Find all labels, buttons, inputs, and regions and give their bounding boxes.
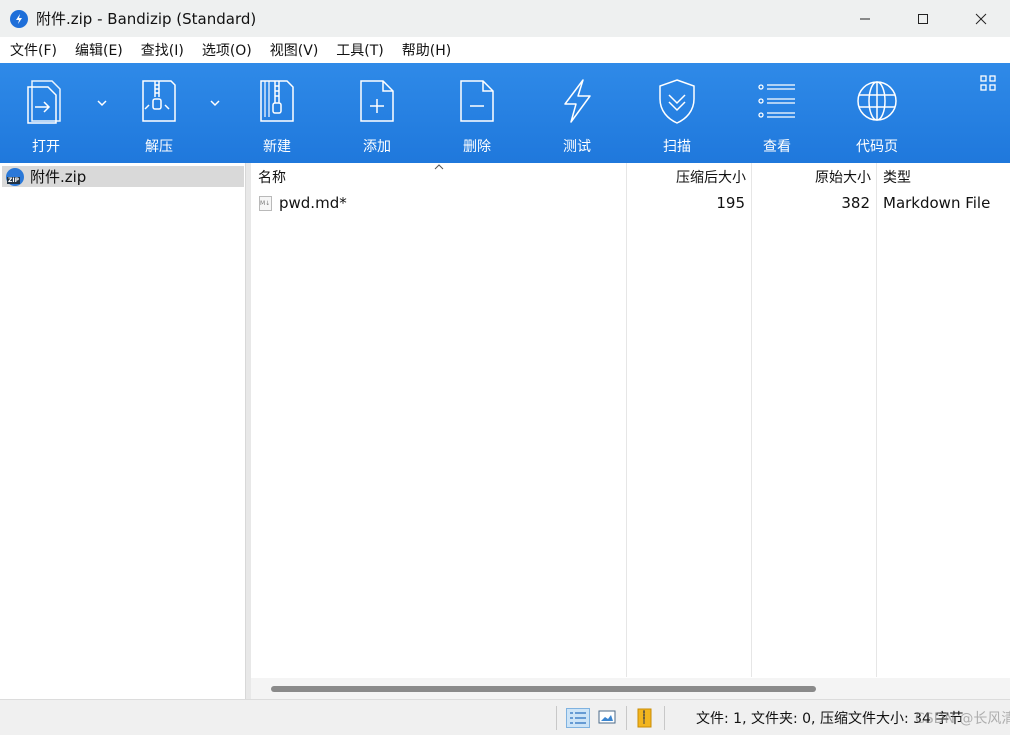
status-separator (664, 706, 665, 730)
menu-find[interactable]: 查找(I) (135, 40, 190, 60)
details-view-button[interactable] (566, 708, 590, 728)
title-bar: 附件.zip - Bandizip (Standard) (0, 0, 1010, 37)
file-type: Markdown File (883, 194, 991, 212)
add-button[interactable]: 添加 (337, 63, 417, 163)
view-button[interactable]: 查看 (737, 63, 817, 163)
details-view-icon (570, 712, 586, 724)
globe-icon (857, 81, 897, 121)
add-label: 添加 (363, 139, 391, 155)
bandizip-app-icon (10, 9, 28, 28)
menu-help[interactable]: 帮助(H) (396, 40, 457, 60)
status-separator (556, 706, 557, 730)
view-label: 查看 (763, 139, 791, 155)
extract-zipper-icon (142, 80, 176, 122)
lightning-icon (564, 79, 591, 123)
column-header-type[interactable]: 类型 (883, 163, 1008, 191)
scan-label: 扫描 (663, 139, 691, 155)
delete-file-icon (460, 80, 494, 122)
close-button[interactable] (952, 0, 1010, 37)
delete-label: 删除 (463, 139, 491, 155)
tree-item-label: 附件.zip (30, 168, 87, 186)
extract-dropdown-chevron-icon[interactable] (209, 97, 221, 109)
extract-button[interactable]: 解压 (119, 63, 199, 163)
open-dropdown-chevron-icon[interactable] (96, 97, 108, 109)
window-controls (836, 0, 1010, 37)
horizontal-scrollbar-thumb[interactable] (271, 686, 816, 692)
column-separator[interactable] (626, 163, 627, 677)
delete-button[interactable]: 删除 (437, 63, 517, 163)
test-label: 测试 (563, 139, 591, 155)
column-header-original-size[interactable]: 原始大小 (752, 163, 871, 191)
markdown-file-icon (259, 195, 272, 211)
codepage-button[interactable]: 代码页 (837, 63, 917, 163)
minimize-icon (860, 18, 870, 19)
new-label: 新建 (263, 139, 291, 155)
horizontal-scrollbar[interactable] (251, 678, 1010, 699)
open-button[interactable]: 打开 (6, 63, 86, 163)
sort-ascending-icon (434, 164, 444, 170)
layout-grid-icon[interactable] (980, 75, 996, 91)
column-separator[interactable] (751, 163, 752, 677)
open-archive-icon (27, 80, 61, 124)
test-button[interactable]: 测试 (537, 63, 617, 163)
column-header-compressed-size[interactable]: 压缩后大小 (627, 163, 746, 191)
file-type-cell: Markdown File (883, 192, 1008, 214)
extract-label: 解压 (145, 139, 173, 155)
file-list-pane: 名称 压缩后大小 原始大小 类型 pwd.md* 195 382 Markdow… (251, 163, 1010, 699)
toolbar: 打开 解压 新建 添加 删除 测试 扫描 查看 代码页 (0, 63, 1010, 163)
add-file-icon (360, 80, 394, 122)
preview-view-button[interactable] (596, 708, 620, 728)
archive-info-button[interactable] (634, 708, 658, 728)
column-header-compressed-label: 压缩后大小 (676, 170, 746, 186)
codepage-label: 代码页 (856, 139, 898, 155)
menu-edit[interactable]: 编辑(E) (69, 40, 129, 60)
menu-view[interactable]: 视图(V) (264, 40, 325, 60)
status-separator (626, 706, 627, 730)
new-archive-icon (260, 80, 294, 122)
close-icon (975, 13, 987, 24)
zip-badge-text: ZIP (7, 176, 20, 184)
menu-bar: 文件(F) 编辑(E) 查找(I) 选项(O) 视图(V) 工具(T) 帮助(H… (0, 37, 1010, 63)
tree-item-root-archive[interactable]: ZIP 附件.zip (2, 166, 244, 187)
file-original-size: 382 (841, 194, 870, 212)
folder-tree-pane: ZIP 附件.zip (0, 163, 246, 699)
column-header-name-label: 名称 (258, 170, 286, 186)
image-preview-icon (598, 710, 616, 724)
new-archive-button[interactable]: 新建 (237, 63, 317, 163)
shield-icon (659, 79, 695, 124)
column-header-original-label: 原始大小 (815, 170, 871, 186)
menu-options[interactable]: 选项(O) (196, 40, 258, 60)
minimize-button[interactable] (836, 0, 894, 37)
table-row[interactable]: pwd.md* (259, 192, 619, 214)
scan-button[interactable]: 扫描 (637, 63, 717, 163)
list-view-icon (758, 84, 795, 118)
maximize-button[interactable] (894, 0, 952, 37)
file-original-size-cell: 382 (752, 192, 870, 214)
zip-archive-icon: ZIP (6, 167, 24, 186)
file-compressed-size-cell: 195 (627, 192, 745, 214)
archive-book-icon (637, 708, 652, 728)
open-label: 打开 (32, 139, 60, 155)
status-bar: 文件: 1, 文件夹: 0, 压缩文件大小: 34 字节 CSDN @长风清君 (0, 699, 1010, 735)
menu-file[interactable]: 文件(F) (4, 40, 63, 60)
window-title: 附件.zip - Bandizip (Standard) (36, 10, 257, 28)
column-separator[interactable] (876, 163, 877, 677)
column-header-type-label: 类型 (883, 170, 911, 186)
file-name: pwd.md* (279, 194, 347, 212)
maximize-icon (918, 13, 928, 24)
menu-tools[interactable]: 工具(T) (330, 40, 389, 60)
watermark-text: CSDN @长风清君 (915, 711, 1010, 727)
file-compressed-size: 195 (716, 194, 745, 212)
